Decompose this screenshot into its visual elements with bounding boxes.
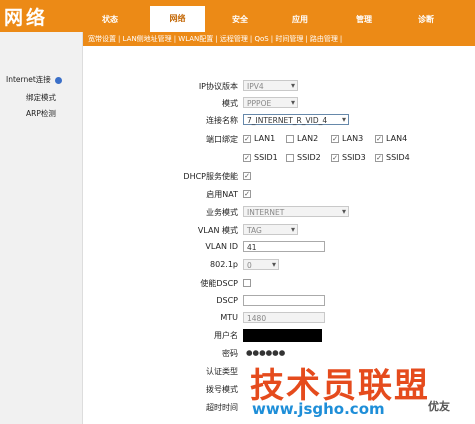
timeout-label: 超时时间 — [206, 403, 238, 412]
tab-network[interactable]: 网络 — [150, 6, 205, 32]
mtu-label: MTU — [220, 313, 238, 322]
ssid2-label: SSID2 — [297, 153, 321, 162]
lan3-checkbox[interactable] — [331, 135, 339, 143]
sidebar-item-label: Internet连接 — [6, 75, 51, 84]
ip-version-label: IP协议版本 — [198, 82, 238, 91]
vlan-id-label: VLAN ID — [205, 242, 238, 251]
sidebar-item-binding[interactable]: 绑定模式 — [26, 92, 56, 103]
subtab-broadband[interactable]: 宽带设置 — [88, 35, 116, 43]
vlan-mode-label: VLAN 模式 — [197, 226, 238, 235]
subtab-lan[interactable]: LAN侧地址管理 — [123, 35, 172, 43]
ssid1-label: SSID1 — [254, 153, 278, 162]
tab-security[interactable]: 安全 — [232, 14, 248, 25]
vlan-mode-select[interactable]: TAG — [243, 224, 298, 235]
password-input[interactable]: ●●●●●● — [243, 347, 325, 358]
lan3-label: LAN3 — [342, 134, 364, 143]
tab-status[interactable]: 状态 — [102, 14, 118, 25]
page-brand: 网络 — [4, 7, 49, 29]
mode-select[interactable]: PPPOE — [243, 97, 298, 108]
ssid2-checkbox[interactable] — [286, 154, 294, 162]
sidebar-item-internet[interactable]: Internet连接 — [6, 74, 63, 85]
connection-label: 连接名称 — [206, 116, 238, 125]
username-input-redacted[interactable] — [243, 329, 322, 342]
sidebar-item-arp[interactable]: ARP检测 — [26, 108, 56, 119]
tab-management[interactable]: 管理 — [356, 14, 372, 25]
dhcp-label: DHCP服务使能 — [183, 172, 238, 181]
ssid4-label: SSID4 — [386, 153, 410, 162]
ssid3-checkbox[interactable] — [331, 154, 339, 162]
lan2-checkbox[interactable] — [286, 135, 294, 143]
subtab-remote[interactable]: 远程管理 — [220, 35, 248, 43]
tab-diagnostics[interactable]: 诊断 — [418, 14, 434, 25]
ssid1-checkbox[interactable] — [243, 154, 251, 162]
mtu-input[interactable]: 1480 — [243, 312, 325, 323]
ssid4-checkbox[interactable] — [375, 154, 383, 162]
watermark-corner: 优友 — [428, 400, 450, 413]
lan4-label: LAN4 — [386, 134, 408, 143]
connection-select[interactable]: 7_INTERNET_R_VID_4 — [243, 114, 349, 125]
lan1-label: LAN1 — [254, 134, 276, 143]
use-dscp-label: 使能DSCP — [200, 279, 238, 288]
nat-checkbox[interactable] — [243, 190, 251, 198]
top-nav-bar: 网络 状态 网络 安全 应用 管理 诊断 — [0, 0, 475, 32]
sidebar: Internet连接 绑定模式 ARP检测 — [0, 32, 83, 424]
p8021-select[interactable]: 0 — [243, 259, 279, 270]
service-mode-select[interactable]: INTERNET — [243, 206, 349, 217]
vlan-id-input[interactable]: 41 — [243, 241, 325, 252]
subtab-time[interactable]: 时间管理 — [275, 35, 303, 43]
auth-type-label: 认证类型 — [206, 367, 238, 376]
service-mode-label: 业务模式 — [206, 208, 238, 217]
password-label: 密码 — [222, 349, 238, 358]
port-binding-label: 端口绑定 — [206, 135, 238, 144]
dscp-input[interactable] — [243, 295, 325, 306]
subtab-wlan[interactable]: WLAN配置 — [178, 35, 213, 43]
lan1-checkbox[interactable] — [243, 135, 251, 143]
use-dscp-checkbox[interactable] — [243, 279, 251, 287]
subtab-qos[interactable]: QoS — [254, 35, 268, 43]
dscp-label: DSCP — [216, 296, 238, 305]
username-label: 用户名 — [214, 331, 238, 340]
dial-mode-label: 拨号模式 — [206, 385, 238, 394]
p8021-label: 802.1p — [210, 260, 238, 269]
sub-nav-bar: 宽带设置 | LAN侧地址管理 | WLAN配置 | 远程管理 | QoS | 时间管理 |… — [82, 32, 475, 46]
nat-label: 启用NAT — [206, 190, 238, 199]
mode-label: 模式 — [222, 99, 238, 108]
ip-version-select[interactable]: IPV4 — [243, 80, 298, 91]
lan4-checkbox[interactable] — [375, 135, 383, 143]
lan2-label: LAN2 — [297, 134, 319, 143]
arrow-right-icon — [55, 76, 63, 84]
ssid3-label: SSID3 — [342, 153, 366, 162]
watermark-url: www.jsgho.com — [252, 400, 385, 418]
dhcp-checkbox[interactable] — [243, 172, 251, 180]
tab-application[interactable]: 应用 — [292, 14, 308, 25]
subtab-routing[interactable]: 路由管理 — [310, 35, 338, 43]
